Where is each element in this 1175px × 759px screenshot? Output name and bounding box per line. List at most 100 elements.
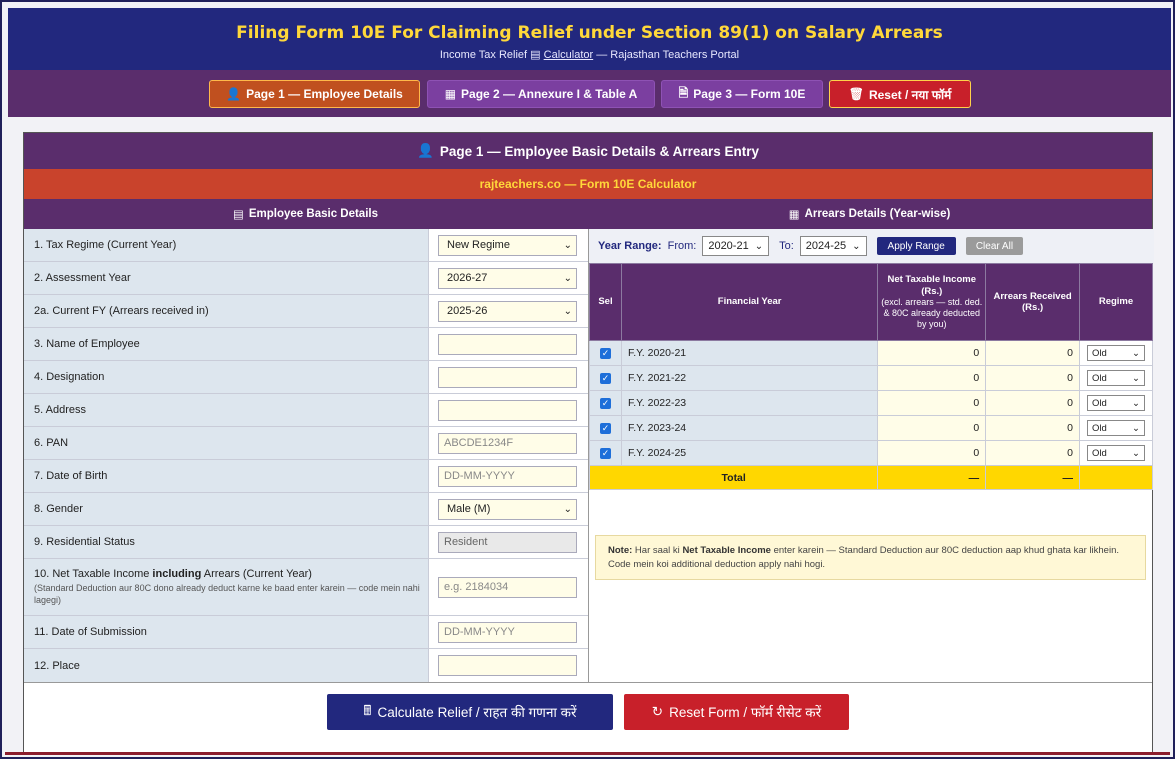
apply-range-button[interactable]: Apply Range	[876, 237, 956, 255]
fy-cell: F.Y. 2021-22	[620, 365, 879, 391]
card-subtitle: rajteachers.co — Form 10E Calculator	[24, 169, 1152, 199]
arrears-input[interactable]: 0	[985, 340, 1081, 366]
tax-regime-select[interactable]: New Regime ⌄	[438, 234, 577, 256]
total-arrears: —	[985, 465, 1081, 490]
nti-input[interactable]: 0	[877, 340, 987, 366]
nti-input[interactable]: 0	[877, 390, 987, 416]
arrears-details-heading: ▦ Arrears Details (Year-wise)	[788, 208, 951, 221]
reset-form-button[interactable]: ↻ Reset Form / फॉर्म रीसेट करें	[624, 694, 849, 730]
total-nti: —	[877, 465, 987, 490]
assessment-year-select[interactable]: 2026-27 ⌄	[438, 267, 577, 289]
total-label: Total	[588, 465, 879, 490]
arrears-input[interactable]: 0	[985, 415, 1081, 441]
field-row: 4. Designation	[24, 361, 588, 394]
current-fy-select[interactable]: 2025-26 ⌄	[438, 300, 577, 322]
col-header-nti: Net Taxable Income (Rs.) (excl. arrears …	[877, 263, 987, 341]
row-select-checkbox[interactable]: ✓	[599, 448, 611, 459]
row-select-checkbox[interactable]: ✓	[599, 398, 611, 409]
row-select-checkbox[interactable]: ✓	[599, 373, 611, 384]
place-input[interactable]	[438, 655, 577, 676]
regime-select[interactable]: Old ⌄	[1087, 395, 1145, 411]
card-title: 👤 Page 1 — Employee Basic Details & Arre…	[24, 133, 1152, 169]
table-row: ✓ F.Y. 2021-22 0 0 Old ⌄	[589, 365, 1153, 391]
arrears-panel: Year Range: From: 2020-21 ⌄ To: 2024-25 ⌄ …	[588, 229, 1154, 682]
field-label: 5. Address	[24, 394, 429, 426]
year-range-bar: Year Range: From: 2020-21 ⌄ To: 2024-25 ⌄ …	[589, 229, 1154, 263]
col-header-fy: Financial Year	[620, 263, 879, 341]
employee-details-heading: ▤ Employee Basic Details	[233, 208, 378, 221]
nti-input[interactable]: 0	[877, 440, 987, 466]
chevron-down-icon: ⌄	[1132, 447, 1140, 459]
submission-date-input[interactable]: DD-MM-YYYY	[438, 621, 577, 643]
employee-name-input[interactable]	[438, 333, 577, 355]
calculator-link[interactable]: Calculator	[544, 49, 594, 61]
dob-input[interactable]: DD-MM-YYYY	[438, 465, 577, 487]
regime-select[interactable]: Old ⌄	[1087, 370, 1145, 386]
note-box: Note: Har saal ki Net Taxable Income ent…	[595, 535, 1146, 580]
section-headers: ▤ Employee Basic Details ▦ Arrears Detai…	[24, 199, 1152, 229]
calculator-icon: 🖩	[363, 702, 372, 718]
year-from-select[interactable]: 2020-21 ⌄	[702, 236, 770, 256]
year-to-select[interactable]: 2024-25 ⌄	[799, 236, 867, 256]
footer-actions: 🖩 Calculate Relief / राहत की गणना करें ↻…	[24, 682, 1152, 752]
regime-select[interactable]: Old ⌄	[1087, 420, 1145, 436]
residential-status-field: Resident	[438, 531, 577, 553]
arrears-input[interactable]: 0	[985, 390, 1081, 416]
chevron-down-icon: ⌄	[563, 503, 572, 515]
field-label: 8. Gender	[24, 493, 429, 525]
col-header-sel: Sel	[589, 263, 622, 341]
fy-cell: F.Y. 2024-25	[620, 440, 879, 466]
regime-select[interactable]: Old ⌄	[1087, 345, 1145, 361]
clear-all-button[interactable]: Clear All	[965, 237, 1024, 255]
redo-icon: ↻	[651, 704, 664, 719]
calculate-relief-button[interactable]: 🖩 Calculate Relief / राहत की गणना करें	[327, 694, 613, 730]
tab-page2[interactable]: ▦ Page 2 — Annexure I & Table A	[427, 80, 655, 108]
employee-details-form: 1. Tax Regime (Current Year) New Regime ⌄…	[24, 229, 588, 682]
nti-input[interactable]: 0	[877, 365, 987, 391]
page-title: Filing Form 10E For Claiming Relief unde…	[236, 23, 943, 43]
tab-page3[interactable]: 🗎 Page 3 — Form 10E	[661, 80, 823, 108]
row-select-checkbox[interactable]: ✓	[599, 348, 611, 359]
table-icon: ▦	[444, 87, 457, 101]
col-header-regime: Regime	[1079, 263, 1153, 341]
chevron-down-icon: ⌄	[754, 240, 764, 252]
table-row: ✓ F.Y. 2024-25 0 0 Old ⌄	[589, 440, 1153, 466]
row-select-checkbox[interactable]: ✓	[599, 423, 611, 434]
user-edit-icon: 👤	[226, 87, 242, 101]
reset-form-nav-button[interactable]: 🗑 Reset / नया फॉर्म	[829, 80, 971, 108]
page-subtitle: Income Tax Relief ▤ Calculator — Rajasth…	[439, 49, 740, 61]
arrears-input[interactable]: 0	[985, 365, 1081, 391]
address-input[interactable]	[438, 399, 577, 421]
table-row: ✓ F.Y. 2023-24 0 0 Old ⌄	[589, 415, 1153, 441]
chevron-down-icon: ⌄	[563, 239, 572, 251]
field-label: 9. Residential Status	[24, 526, 429, 558]
arrears-table: Sel Financial Year Net Taxable Income (R…	[588, 263, 1153, 490]
regime-select[interactable]: Old ⌄	[1087, 445, 1145, 461]
fy-cell: F.Y. 2022-23	[620, 390, 879, 416]
net-taxable-income-input[interactable]: e.g. 2184034	[438, 576, 577, 598]
field-row: 5. Address	[24, 394, 588, 427]
chevron-down-icon: ⌄	[1132, 397, 1140, 409]
col-header-arrears: Arrears Received (Rs.)	[985, 263, 1081, 341]
arrears-input[interactable]: 0	[985, 440, 1081, 466]
field-row: 10. Net Taxable Income including Arrears…	[24, 559, 588, 616]
tab-page1[interactable]: 👤 Page 1 — Employee Details	[209, 80, 420, 108]
main-card: 👤 Page 1 — Employee Basic Details & Arre…	[23, 132, 1154, 752]
pan-input[interactable]: ABCDE1234F	[438, 432, 577, 454]
nti-input[interactable]: 0	[877, 415, 987, 441]
chevron-down-icon: ⌄	[563, 305, 572, 317]
table-row: ✓ F.Y. 2022-23 0 0 Old ⌄	[589, 390, 1153, 416]
chevron-down-icon: ⌄	[1132, 372, 1140, 384]
fy-cell: F.Y. 2023-24	[620, 415, 879, 441]
field-label: 6. PAN	[24, 427, 429, 459]
chevron-down-icon: ⌄	[1132, 347, 1140, 359]
field-row: 3. Name of Employee	[24, 328, 588, 361]
designation-input[interactable]	[438, 366, 577, 388]
table-row: ✓ F.Y. 2020-21 0 0 Old ⌄	[589, 340, 1153, 366]
field-row: 8. Gender Male (M) ⌄	[24, 493, 588, 526]
field-row: 11. Date of Submission DD-MM-YYYY	[24, 616, 588, 649]
field-row: 2. Assessment Year 2026-27 ⌄	[24, 262, 588, 295]
trash-icon: 🗑	[848, 87, 864, 101]
field-label: 1. Tax Regime (Current Year)	[24, 229, 429, 261]
gender-select[interactable]: Male (M) ⌄	[438, 498, 577, 520]
